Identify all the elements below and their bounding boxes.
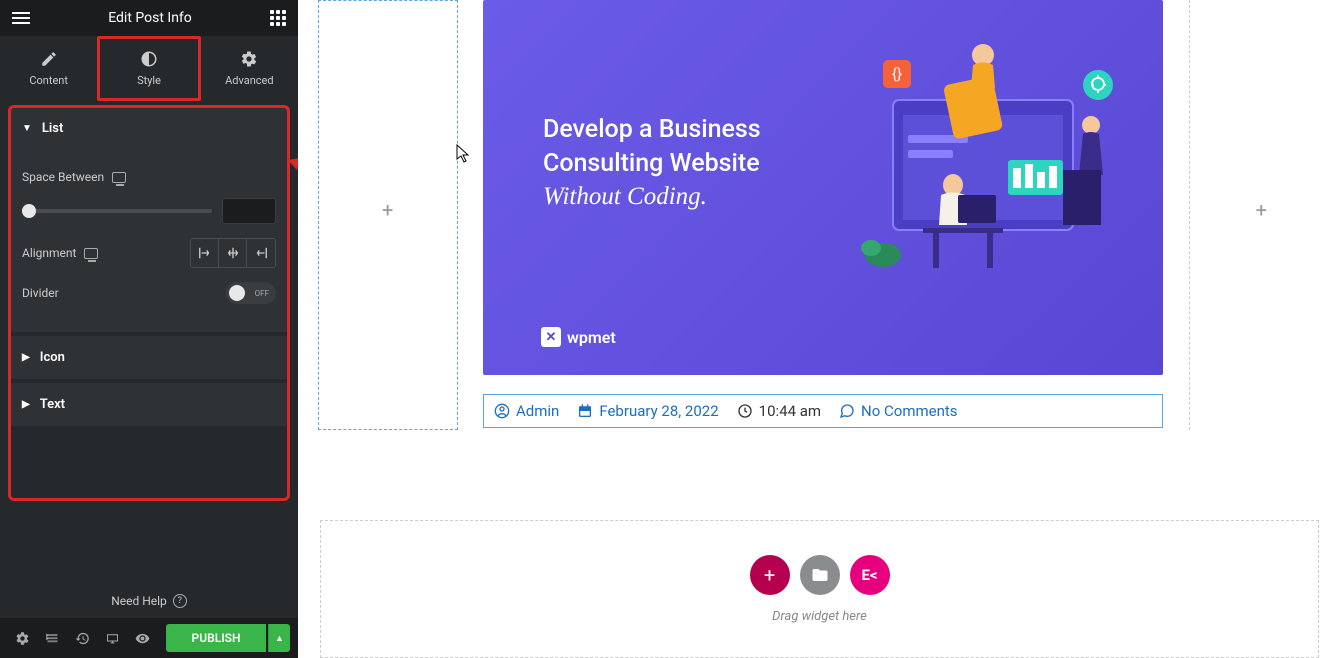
align-center-button[interactable] bbox=[219, 239, 247, 267]
gear-icon bbox=[240, 50, 258, 68]
control-space-between: Space Between bbox=[22, 170, 276, 184]
hero-logo: ✕ wpmet bbox=[541, 327, 616, 347]
featured-image[interactable]: Develop a Business Consulting Website Wi… bbox=[483, 0, 1163, 375]
tab-style[interactable]: Style bbox=[97, 36, 200, 101]
section-text-header[interactable]: ▶ Text bbox=[8, 383, 290, 426]
section-list-title: List bbox=[42, 121, 63, 136]
slider-track[interactable] bbox=[22, 209, 212, 213]
divider-label: Divider bbox=[22, 286, 59, 300]
control-alignment: Alignment bbox=[22, 238, 276, 268]
align-left-button[interactable] bbox=[191, 239, 219, 267]
editor-sidebar: Edit Post Info Content Style Advanced ▼ … bbox=[0, 0, 298, 658]
tab-content[interactable]: Content bbox=[0, 36, 97, 101]
time-text: 10:44 am bbox=[759, 402, 821, 420]
caret-down-icon: ▼ bbox=[22, 123, 32, 134]
wpmet-logo-icon: ✕ bbox=[541, 327, 561, 347]
need-help-label: Need Help bbox=[111, 594, 167, 608]
history-button[interactable] bbox=[68, 624, 96, 652]
section-text: ▶ Text bbox=[8, 383, 290, 426]
meta-date[interactable]: February 28, 2022 bbox=[577, 402, 718, 420]
elementskit-button[interactable]: E< bbox=[850, 555, 890, 595]
add-widget-right[interactable]: + bbox=[1256, 198, 1267, 222]
alignment-label: Alignment bbox=[22, 246, 76, 260]
author-link: Admin bbox=[516, 402, 559, 420]
section-text-title: Text bbox=[40, 397, 65, 412]
toggle-knob bbox=[229, 285, 245, 301]
settings-button[interactable] bbox=[8, 624, 36, 652]
tab-advanced[interactable]: Advanced bbox=[201, 36, 298, 101]
pencil-icon bbox=[40, 50, 58, 68]
hero-line2: Consulting Website bbox=[543, 149, 761, 178]
alignment-buttons bbox=[190, 238, 276, 268]
sidebar-footer: PUBLISH ▲ bbox=[0, 618, 298, 658]
apps-icon[interactable] bbox=[270, 10, 286, 26]
template-button[interactable] bbox=[800, 555, 840, 595]
post-info-widget[interactable]: Admin February 28, 2022 10:44 am No Comm… bbox=[483, 394, 1163, 428]
clock-icon bbox=[737, 403, 753, 419]
calendar-icon bbox=[577, 403, 593, 419]
desktop-icon[interactable] bbox=[84, 248, 98, 259]
date-link: February 28, 2022 bbox=[599, 402, 718, 420]
comments-link: No Comments bbox=[861, 402, 958, 420]
hero-text: Develop a Business Consulting Website Wi… bbox=[543, 115, 761, 211]
contrast-icon bbox=[140, 50, 158, 68]
meta-comments[interactable]: No Comments bbox=[839, 402, 958, 420]
section-icon-title: Icon bbox=[40, 350, 65, 365]
section-list: ▼ List Space Between Alignment bbox=[8, 107, 290, 332]
space-between-slider bbox=[22, 198, 276, 224]
editor-tabs: Content Style Advanced bbox=[0, 36, 298, 101]
desktop-icon[interactable] bbox=[112, 172, 126, 183]
drop-zone-text: Drag widget here bbox=[772, 609, 867, 624]
preview-button[interactable] bbox=[128, 624, 156, 652]
publish-button[interactable]: PUBLISH bbox=[166, 624, 266, 652]
editor-canvas: + + Develop a Business Consulting Websit… bbox=[298, 0, 1339, 658]
divider-toggle[interactable]: OFF bbox=[226, 282, 276, 304]
caret-right-icon: ▶ bbox=[22, 352, 30, 363]
section-icon: ▶ Icon bbox=[8, 336, 290, 379]
meta-time: 10:44 am bbox=[737, 402, 821, 420]
toggle-state-label: OFF bbox=[255, 289, 269, 298]
hero-illustration: {} bbox=[853, 40, 1133, 280]
control-divider: Divider OFF bbox=[22, 282, 276, 304]
hero-logo-text: wpmet bbox=[567, 328, 616, 347]
tab-content-label: Content bbox=[29, 74, 68, 87]
tab-advanced-label: Advanced bbox=[225, 74, 273, 87]
panel-body: ▼ List Space Between Alignment bbox=[0, 101, 298, 584]
publish-dropdown[interactable]: ▲ bbox=[268, 624, 290, 652]
hero-line1: Develop a Business bbox=[543, 115, 761, 144]
responsive-button[interactable] bbox=[98, 624, 126, 652]
section-list-header[interactable]: ▼ List bbox=[8, 107, 290, 150]
navigator-button[interactable] bbox=[38, 624, 66, 652]
comment-icon bbox=[839, 403, 855, 419]
caret-right-icon: ▶ bbox=[22, 399, 30, 410]
section-actions: + E< bbox=[750, 555, 890, 595]
slider-thumb[interactable] bbox=[22, 204, 36, 218]
svg-text:{}: {} bbox=[892, 65, 902, 83]
sidebar-title: Edit Post Info bbox=[108, 10, 192, 26]
slider-value-input[interactable] bbox=[222, 198, 276, 224]
sidebar-header: Edit Post Info bbox=[0, 0, 298, 36]
tab-style-label: Style bbox=[137, 74, 161, 87]
drop-zone[interactable]: + E< Drag widget here bbox=[320, 520, 1319, 658]
space-between-label: Space Between bbox=[22, 170, 104, 184]
add-section-button[interactable]: + bbox=[750, 555, 790, 595]
align-right-button[interactable] bbox=[247, 239, 275, 267]
section-icon-header[interactable]: ▶ Icon bbox=[8, 336, 290, 379]
user-icon bbox=[494, 403, 510, 419]
add-widget-left[interactable]: + bbox=[382, 198, 393, 222]
help-icon: ? bbox=[173, 594, 187, 608]
need-help-link[interactable]: Need Help ? bbox=[0, 584, 298, 618]
hamburger-icon[interactable] bbox=[12, 12, 30, 24]
hero-line3: Without Coding. bbox=[543, 183, 761, 211]
meta-author[interactable]: Admin bbox=[494, 402, 559, 420]
